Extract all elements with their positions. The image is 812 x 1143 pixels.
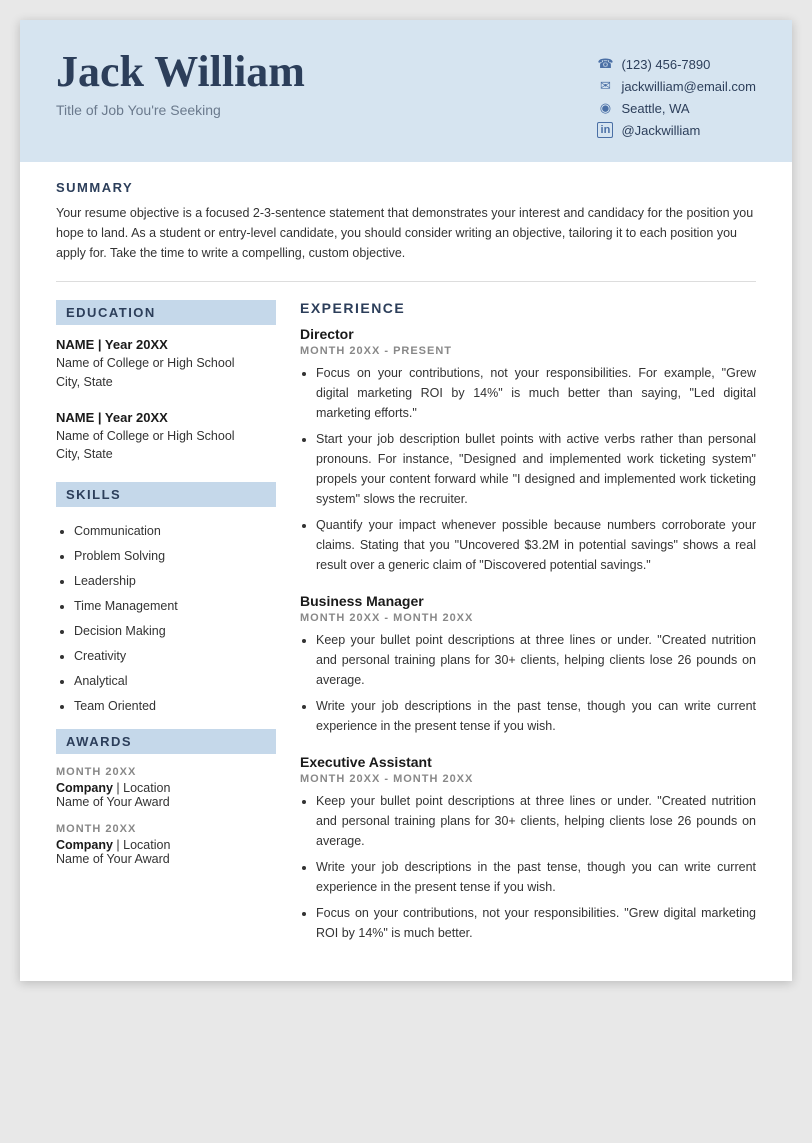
location-text: Seattle, WA — [621, 101, 689, 116]
edu-location-2: City, State — [56, 445, 276, 464]
edu-school-1: Name of College or High School — [56, 354, 276, 373]
bullet-3-3: Focus on your contributions, not your re… — [316, 903, 756, 943]
job-dates-3: MONTH 20XX - MONTH 20XX — [300, 773, 756, 785]
skill-6: Creativity — [74, 644, 276, 669]
education-entry-2: NAME | Year 20XX Name of College or High… — [56, 410, 276, 465]
job-bullets-1: Focus on your contributions, not your re… — [300, 363, 756, 575]
edu-school-2: Name of College or High School — [56, 427, 276, 446]
location-contact: ◉ Seattle, WA — [597, 100, 756, 116]
skill-1: Communication — [74, 519, 276, 544]
header-left: Jack William Title of Job You're Seeking — [56, 48, 305, 118]
awards-section-title: AWARDS — [56, 729, 276, 754]
award-name-2: Name of Your Award — [56, 852, 276, 866]
experience-entry-2: Business Manager MONTH 20XX - MONTH 20XX… — [300, 593, 756, 736]
award-month-1: MONTH 20XX — [56, 766, 276, 778]
job-bullets-2: Keep your bullet point descriptions at t… — [300, 630, 756, 736]
education-entry-1: NAME | Year 20XX Name of College or High… — [56, 337, 276, 392]
edu-name-1: NAME | Year 20XX — [56, 337, 276, 352]
linkedin-icon: in — [597, 122, 613, 138]
education-entries: NAME | Year 20XX Name of College or High… — [56, 337, 276, 464]
contact-info: ☎ (123) 456-7890 ✉ jackwilliam@email.com… — [597, 48, 756, 138]
skills-section: SKILLS Communication Problem Solving Lea… — [56, 482, 276, 719]
divider — [56, 281, 756, 282]
bullet-1-3: Quantify your impact whenever possible b… — [316, 515, 756, 575]
skill-3: Leadership — [74, 569, 276, 594]
experience-entry-1: Director MONTH 20XX - PRESENT Focus on y… — [300, 326, 756, 575]
edu-location-1: City, State — [56, 373, 276, 392]
skills-list: Communication Problem Solving Leadership… — [56, 519, 276, 719]
job-title-1: Director — [300, 326, 756, 342]
award-entry-2: MONTH 20XX Company | Location Name of Yo… — [56, 823, 276, 866]
bullet-3-1: Keep your bullet point descriptions at t… — [316, 791, 756, 851]
summary-title: SUMMARY — [56, 180, 756, 195]
award-month-2: MONTH 20XX — [56, 823, 276, 835]
header-section: Jack William Title of Job You're Seeking… — [20, 20, 792, 162]
job-title-2: Business Manager — [300, 593, 756, 609]
skill-5: Decision Making — [74, 619, 276, 644]
right-column: EXPERIENCE Director MONTH 20XX - PRESENT… — [300, 300, 756, 961]
left-column: EDUCATION NAME | Year 20XX Name of Colle… — [56, 300, 276, 961]
award-location-label-1: Location — [123, 781, 170, 795]
resume-document: Jack William Title of Job You're Seeking… — [20, 20, 792, 981]
phone-contact: ☎ (123) 456-7890 — [597, 56, 756, 72]
award-company-1: Company | Location — [56, 781, 276, 795]
bullet-2-2: Write your job descriptions in the past … — [316, 696, 756, 736]
award-company-name-1: Company — [56, 781, 113, 795]
candidate-name: Jack William — [56, 48, 305, 96]
phone-icon: ☎ — [597, 56, 613, 72]
job-title: Title of Job You're Seeking — [56, 102, 305, 118]
award-entry-1: MONTH 20XX Company | Location Name of Yo… — [56, 766, 276, 809]
linkedin-handle: @Jackwilliam — [621, 123, 700, 138]
skills-section-title: SKILLS — [56, 482, 276, 507]
skill-2: Problem Solving — [74, 544, 276, 569]
two-column-layout: EDUCATION NAME | Year 20XX Name of Colle… — [20, 290, 792, 981]
job-title-3: Executive Assistant — [300, 754, 756, 770]
skill-7: Analytical — [74, 669, 276, 694]
job-dates-1: MONTH 20XX - PRESENT — [300, 345, 756, 357]
bullet-1-2: Start your job description bullet points… — [316, 429, 756, 509]
summary-section: SUMMARY Your resume objective is a focus… — [20, 162, 792, 273]
bullet-1-1: Focus on your contributions, not your re… — [316, 363, 756, 423]
awards-section: AWARDS MONTH 20XX Company | Location Nam… — [56, 729, 276, 866]
edu-name-2: NAME | Year 20XX — [56, 410, 276, 425]
skill-4: Time Management — [74, 594, 276, 619]
award-company-name-2: Company — [56, 838, 113, 852]
award-name-1: Name of Your Award — [56, 795, 276, 809]
award-location-label-2: Location — [123, 838, 170, 852]
experience-section-title: EXPERIENCE — [300, 300, 756, 316]
linkedin-contact: in @Jackwilliam — [597, 122, 756, 138]
location-icon: ◉ — [597, 100, 613, 116]
email-address: jackwilliam@email.com — [621, 79, 756, 94]
experience-entry-3: Executive Assistant MONTH 20XX - MONTH 2… — [300, 754, 756, 943]
education-section-title: EDUCATION — [56, 300, 276, 325]
email-contact: ✉ jackwilliam@email.com — [597, 78, 756, 94]
skill-8: Team Oriented — [74, 694, 276, 719]
phone-number: (123) 456-7890 — [621, 57, 710, 72]
bullet-2-1: Keep your bullet point descriptions at t… — [316, 630, 756, 690]
email-icon: ✉ — [597, 78, 613, 94]
summary-text: Your resume objective is a focused 2-3-s… — [56, 203, 756, 263]
award-company-2: Company | Location — [56, 838, 276, 852]
job-dates-2: MONTH 20XX - MONTH 20XX — [300, 612, 756, 624]
bullet-3-2: Write your job descriptions in the past … — [316, 857, 756, 897]
job-bullets-3: Keep your bullet point descriptions at t… — [300, 791, 756, 943]
